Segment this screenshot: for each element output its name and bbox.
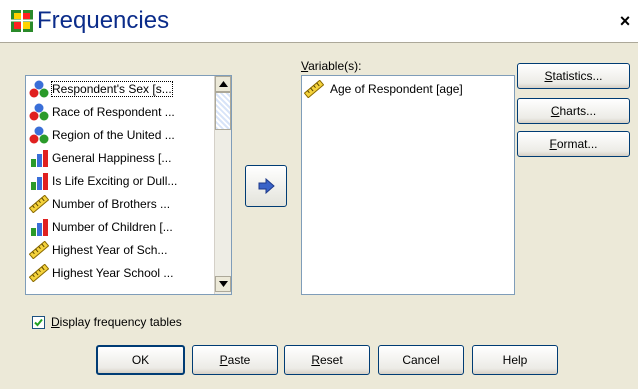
statistics-button[interactable]: Statistics... bbox=[517, 63, 630, 89]
format-button[interactable]: Format... bbox=[517, 131, 630, 157]
vertical-scrollbar[interactable] bbox=[214, 76, 231, 294]
list-item-label: Race of Respondent ... bbox=[52, 105, 175, 119]
list-item[interactable]: Highest Year School ... bbox=[26, 262, 212, 284]
source-variable-list[interactable]: Respondent's Sex [s... Race of Responden… bbox=[25, 75, 232, 295]
ordinal-icon bbox=[31, 150, 48, 167]
close-button[interactable]: × bbox=[616, 12, 634, 30]
checkbox[interactable] bbox=[32, 315, 45, 329]
down-arrow-icon bbox=[218, 281, 228, 287]
scale-icon bbox=[29, 195, 49, 213]
checkmark-icon bbox=[34, 318, 43, 326]
cancel-button[interactable]: Cancel bbox=[378, 345, 464, 375]
list-item-label: Region of the United ... bbox=[52, 128, 175, 142]
list-item[interactable]: Highest Year of Sch... bbox=[26, 239, 212, 261]
ordinal-icon bbox=[31, 173, 48, 190]
checkbox-label: Display frequency tables bbox=[51, 315, 182, 329]
charts-button[interactable]: Charts... bbox=[517, 98, 630, 124]
nominal-icon bbox=[29, 126, 49, 144]
list-item[interactable]: Region of the United ... bbox=[26, 124, 212, 146]
reset-button[interactable]: Reset bbox=[284, 345, 370, 375]
list-item[interactable]: Respondent's Sex [s... bbox=[26, 78, 212, 100]
list-item[interactable]: Number of Children [... bbox=[26, 216, 212, 238]
list-item-label: Number of Children [... bbox=[52, 220, 173, 234]
selected-variables-label: Variable(s): bbox=[301, 59, 362, 73]
list-item-label: Highest Year of Sch... bbox=[52, 243, 168, 257]
nominal-icon bbox=[29, 103, 49, 121]
selected-variable-list[interactable]: Age of Respondent [age] bbox=[301, 75, 515, 295]
ok-button[interactable]: OK bbox=[96, 345, 185, 375]
list-item[interactable]: Number of Brothers ... bbox=[26, 193, 212, 215]
list-item-label: Is Life Exciting or Dull... bbox=[52, 174, 178, 188]
title-separator bbox=[0, 42, 638, 43]
list-item[interactable]: General Happiness [... bbox=[26, 147, 212, 169]
scroll-thumb[interactable] bbox=[215, 92, 231, 130]
list-item[interactable]: Race of Respondent ... bbox=[26, 101, 212, 123]
dialog-title: Frequencies bbox=[37, 7, 170, 34]
list-item[interactable]: Is Life Exciting or Dull... bbox=[26, 170, 212, 192]
list-item-label: Highest Year School ... bbox=[52, 266, 174, 280]
paste-button[interactable]: Paste bbox=[192, 345, 278, 375]
close-icon: × bbox=[619, 11, 631, 31]
nominal-icon bbox=[29, 80, 49, 98]
frequencies-icon bbox=[11, 10, 33, 32]
list-item[interactable]: Age of Respondent [age] bbox=[304, 80, 463, 98]
scale-icon bbox=[29, 264, 49, 282]
scale-icon bbox=[304, 80, 324, 98]
scroll-down-button[interactable] bbox=[215, 276, 231, 292]
scale-icon bbox=[29, 241, 49, 259]
right-arrow-icon bbox=[258, 178, 275, 194]
display-frequency-tables-checkbox[interactable]: Display frequency tables bbox=[32, 315, 182, 329]
scroll-up-button[interactable] bbox=[215, 76, 231, 92]
up-arrow-icon bbox=[218, 81, 228, 87]
ordinal-icon bbox=[31, 219, 48, 236]
title-bar: Frequencies × bbox=[0, 0, 638, 42]
frequencies-dialog: Frequencies × Respondent's Sex [s... Rac… bbox=[0, 0, 638, 389]
list-item-label: Number of Brothers ... bbox=[52, 197, 171, 211]
move-variable-button[interactable] bbox=[245, 165, 287, 207]
list-item-label: General Happiness [... bbox=[52, 151, 172, 165]
help-button[interactable]: Help bbox=[472, 345, 558, 375]
list-item-label: Age of Respondent [age] bbox=[330, 82, 463, 96]
list-item-label: Respondent's Sex [s... bbox=[51, 81, 173, 97]
